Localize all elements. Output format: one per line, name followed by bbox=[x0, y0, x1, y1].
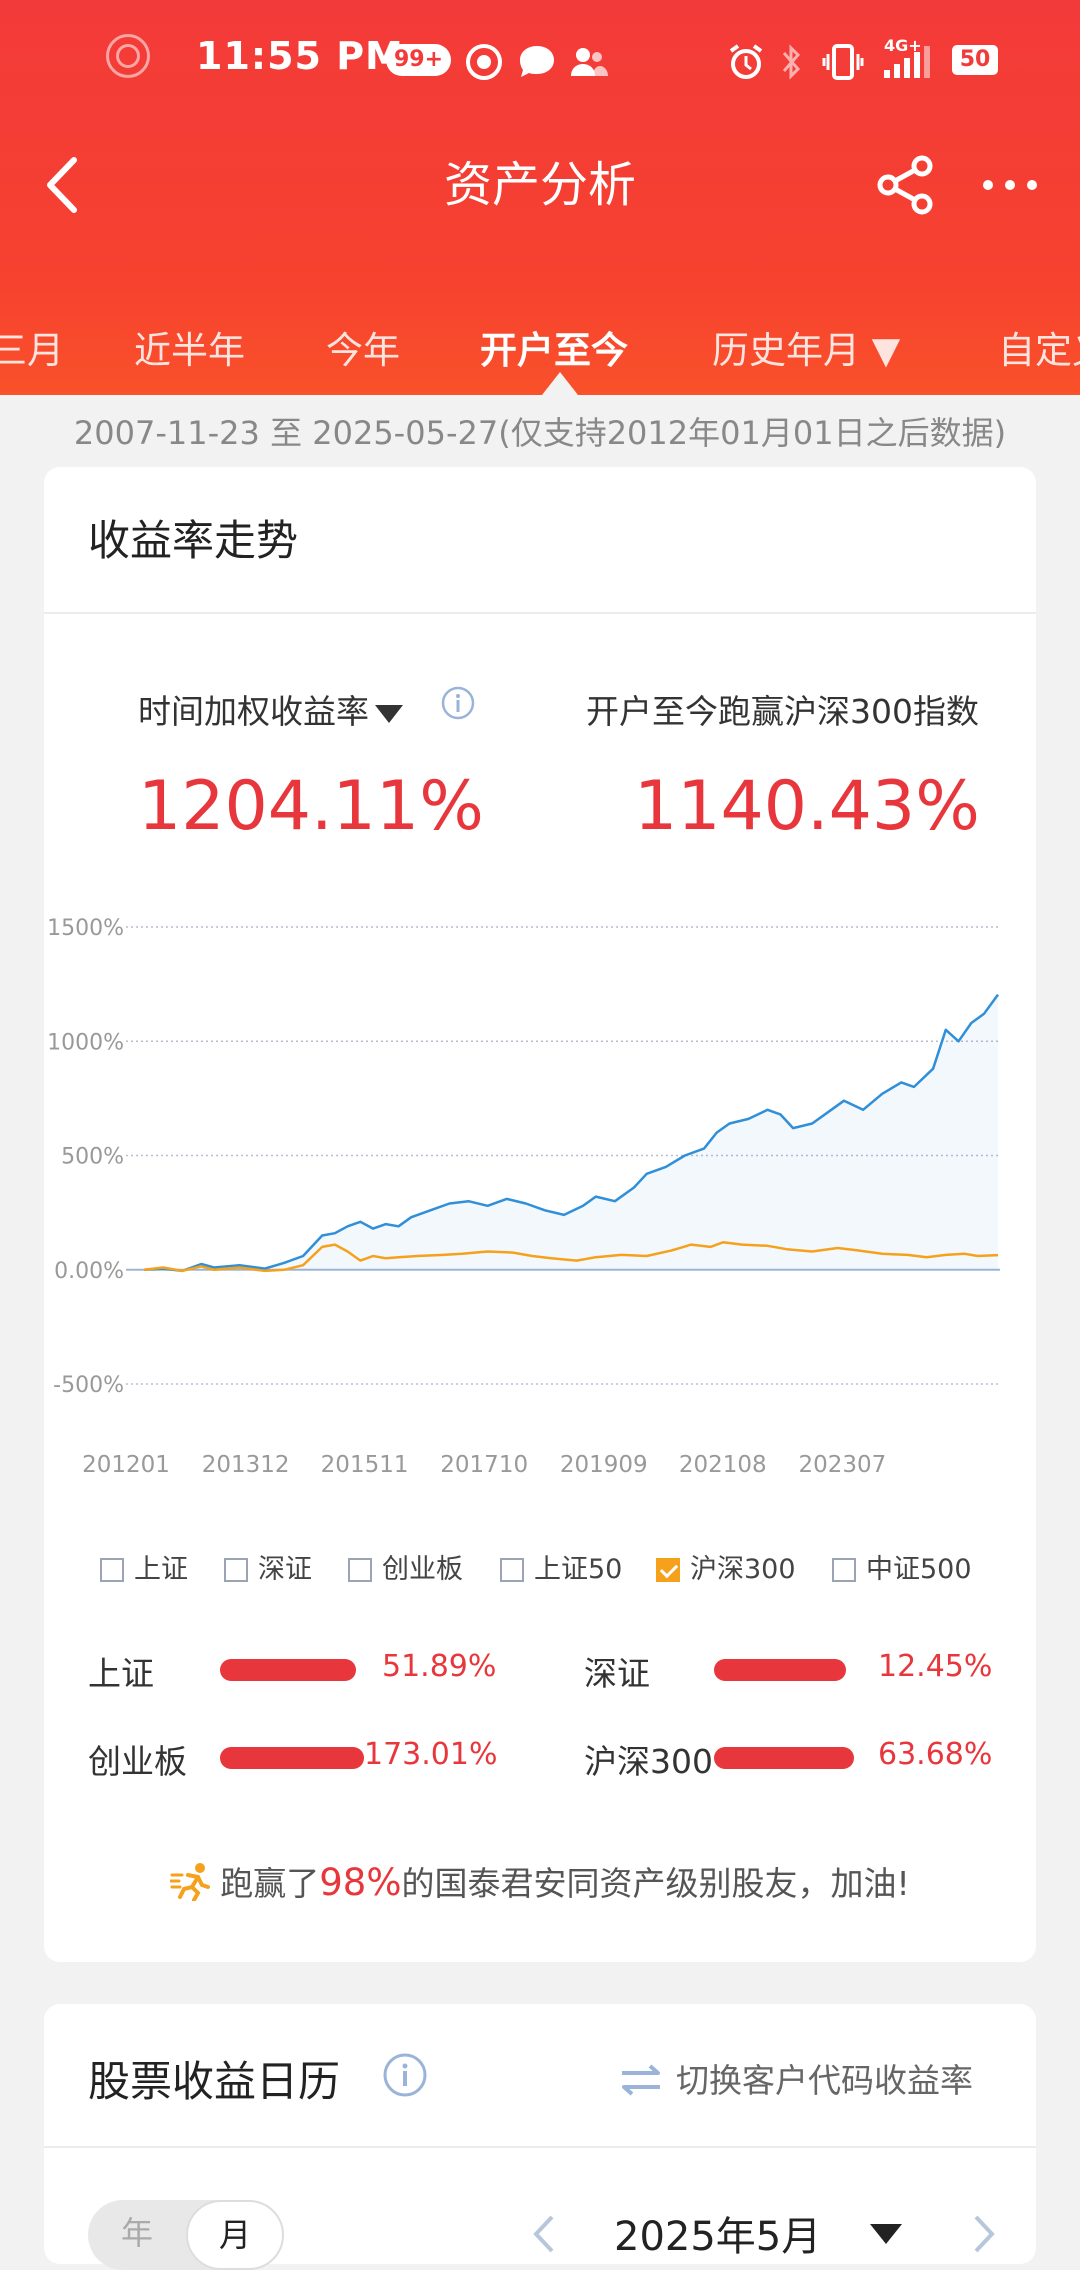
runner-icon bbox=[168, 1863, 211, 1902]
x-tick-label: 201909 bbox=[560, 1452, 648, 1478]
compare-value-shanghai: 51.89% bbox=[382, 1649, 497, 1684]
x-tick-label: 202108 bbox=[679, 1452, 767, 1478]
legend-label: 上证50 bbox=[534, 1554, 623, 1585]
legend-item-csi300[interactable]: 沪深300 bbox=[656, 1547, 796, 1586]
contacts-icon bbox=[571, 48, 608, 76]
metric-type-dropdown[interactable]: 时间加权收益率 bbox=[138, 685, 403, 733]
y-tick-label: 1500% bbox=[47, 916, 124, 941]
share-icon[interactable] bbox=[874, 150, 938, 220]
x-tick-label: 201710 bbox=[440, 1452, 528, 1478]
prev-month-icon[interactable] bbox=[528, 2209, 558, 2259]
outperform-label: 开户至今跑赢沪深300指数 bbox=[586, 692, 979, 731]
returns-card: 收益率走势 时间加权收益率 开户至今跑赢沪深300指数 1204.11% 114… bbox=[44, 467, 1036, 1962]
legend-checkbox bbox=[832, 1558, 856, 1582]
x-tick-label: 201312 bbox=[202, 1452, 290, 1478]
legend-item-csi500[interactable]: 中证500 bbox=[832, 1547, 972, 1586]
compare-label-shanghai: 上证 bbox=[88, 1654, 154, 1693]
index-legend: 上证 深证 创业板 上证50 沪深300 中证500 bbox=[44, 1547, 1036, 1597]
compare-label-chinext: 创业板 bbox=[88, 1742, 187, 1781]
more-icon[interactable] bbox=[978, 150, 1042, 220]
switch-account-button[interactable]: 切换客户代码收益率 bbox=[620, 2054, 973, 2102]
series-area-fill bbox=[144, 994, 998, 1271]
metric-type-label: 时间加权收益率 bbox=[138, 692, 369, 731]
legend-label: 沪深300 bbox=[690, 1554, 796, 1585]
tab-since-opening[interactable]: 开户至今 bbox=[480, 320, 628, 374]
app-ring-icon bbox=[106, 34, 150, 78]
compare-value-shenzhen: 12.45% bbox=[878, 1649, 993, 1684]
legend-label: 上证 bbox=[134, 1554, 188, 1585]
calendar-card-title: 股票收益日历 bbox=[88, 2057, 341, 2106]
y-tick-label: 500% bbox=[61, 1145, 124, 1170]
vibrate-icon bbox=[822, 44, 864, 80]
calendar-card: 股票收益日历 切换客户代码收益率 年 月 2025年5月 bbox=[44, 2004, 1036, 2270]
y-tick-label: -500% bbox=[53, 1373, 124, 1398]
year-month-toggle: 年 月 bbox=[88, 2200, 284, 2270]
next-month-icon[interactable] bbox=[970, 2209, 1000, 2259]
battery-indicator: 50 bbox=[952, 45, 998, 75]
back-button[interactable] bbox=[40, 150, 90, 220]
tab-custom[interactable]: 自定义 bbox=[998, 320, 1080, 374]
beat-percent: 98% bbox=[319, 1861, 402, 1904]
status-bar: 11:55 PM 99+ 4G+ 50 bbox=[0, 30, 1080, 90]
info-icon[interactable] bbox=[382, 2052, 428, 2098]
compare-bar-shanghai bbox=[220, 1659, 356, 1681]
compare-label-shenzhen: 深证 bbox=[584, 1654, 650, 1693]
swap-icon bbox=[622, 2064, 660, 2096]
y-tick-label: 0.00% bbox=[54, 1259, 124, 1284]
legend-label: 中证500 bbox=[866, 1554, 972, 1585]
dropdown-triangle-icon bbox=[375, 704, 403, 723]
beat-peers-row: 跑赢了98%的国泰君安同资产级别股友，加油! bbox=[44, 1857, 1036, 1905]
x-tick-label: 202307 bbox=[798, 1452, 886, 1478]
month-selector[interactable]: 2025年5月 bbox=[614, 2204, 821, 2262]
card-divider bbox=[44, 612, 1036, 614]
notification-badge: 99+ bbox=[386, 44, 452, 76]
chat-icon bbox=[520, 46, 554, 77]
compare-bar-shenzhen bbox=[714, 1659, 846, 1681]
legend-label: 创业板 bbox=[382, 1554, 463, 1585]
legend-item-shanghai[interactable]: 上证 bbox=[100, 1547, 188, 1586]
outperform-value: 1140.43% bbox=[634, 767, 980, 846]
returns-card-title: 收益率走势 bbox=[88, 516, 299, 565]
y-tick-label: 1000% bbox=[47, 1030, 124, 1055]
tab-this-year[interactable]: 今年 bbox=[326, 320, 400, 374]
legend-item-chinext[interactable]: 创业板 bbox=[348, 1547, 463, 1586]
twr-value: 1204.11% bbox=[138, 767, 484, 846]
compare-label-csi300: 沪深300 bbox=[584, 1742, 713, 1781]
active-tab-indicator bbox=[542, 372, 578, 395]
legend-checkbox bbox=[348, 1558, 372, 1582]
legend-label: 深证 bbox=[258, 1554, 312, 1585]
month-dropdown-icon[interactable] bbox=[870, 2224, 902, 2244]
legend-item-shenzhen[interactable]: 深证 bbox=[224, 1547, 312, 1586]
status-time: 11:55 PM bbox=[196, 34, 404, 78]
tab-history[interactable]: 历史年月 ▼ bbox=[712, 320, 900, 374]
tab-half-year[interactable]: 近半年 bbox=[134, 320, 245, 374]
record-icon bbox=[466, 44, 502, 80]
toggle-month[interactable]: 月 bbox=[186, 2200, 284, 2270]
returns-chart: 1500% 1000% 500% 0.00% -500% 201201 201312 2015… bbox=[47, 916, 1000, 1478]
period-tabs: 三月 近半年 今年 开户至今 历史年月 ▼ 自定义 bbox=[0, 310, 1080, 395]
alarm-icon bbox=[729, 44, 763, 79]
beat-suffix: 的国泰君安同资产级别股友，加油! bbox=[401, 1864, 910, 1903]
info-icon[interactable] bbox=[440, 685, 476, 721]
compare-value-chinext: 173.01% bbox=[364, 1737, 498, 1772]
legend-checkbox bbox=[100, 1558, 124, 1582]
x-tick-label: 201511 bbox=[321, 1452, 409, 1478]
legend-checkbox bbox=[224, 1558, 248, 1582]
compare-bar-chinext bbox=[220, 1747, 364, 1769]
legend-checkbox bbox=[500, 1558, 524, 1582]
card-divider bbox=[44, 2146, 1036, 2148]
switch-account-label: 切换客户代码收益率 bbox=[676, 2061, 973, 2100]
legend-item-sse50[interactable]: 上证50 bbox=[500, 1547, 622, 1586]
tab-three-months[interactable]: 三月 bbox=[0, 320, 64, 374]
toggle-year[interactable]: 年 bbox=[88, 2200, 186, 2270]
date-range: 2007-11-23 至 2025-05-27(仅支持2012年01月01日之后… bbox=[73, 414, 1007, 452]
beat-prefix: 跑赢了 bbox=[220, 1864, 320, 1903]
legend-checkbox-checked bbox=[656, 1558, 680, 1582]
signal-icon bbox=[884, 46, 930, 78]
bluetooth-icon bbox=[782, 44, 801, 80]
x-tick-label: 201201 bbox=[82, 1452, 170, 1478]
header: 11:55 PM 99+ 4G+ 50 资产分析 三月 近半年 今年 开户至今 … bbox=[0, 0, 1080, 395]
compare-value-csi300: 63.68% bbox=[878, 1737, 993, 1772]
compare-bar-csi300 bbox=[714, 1747, 854, 1769]
